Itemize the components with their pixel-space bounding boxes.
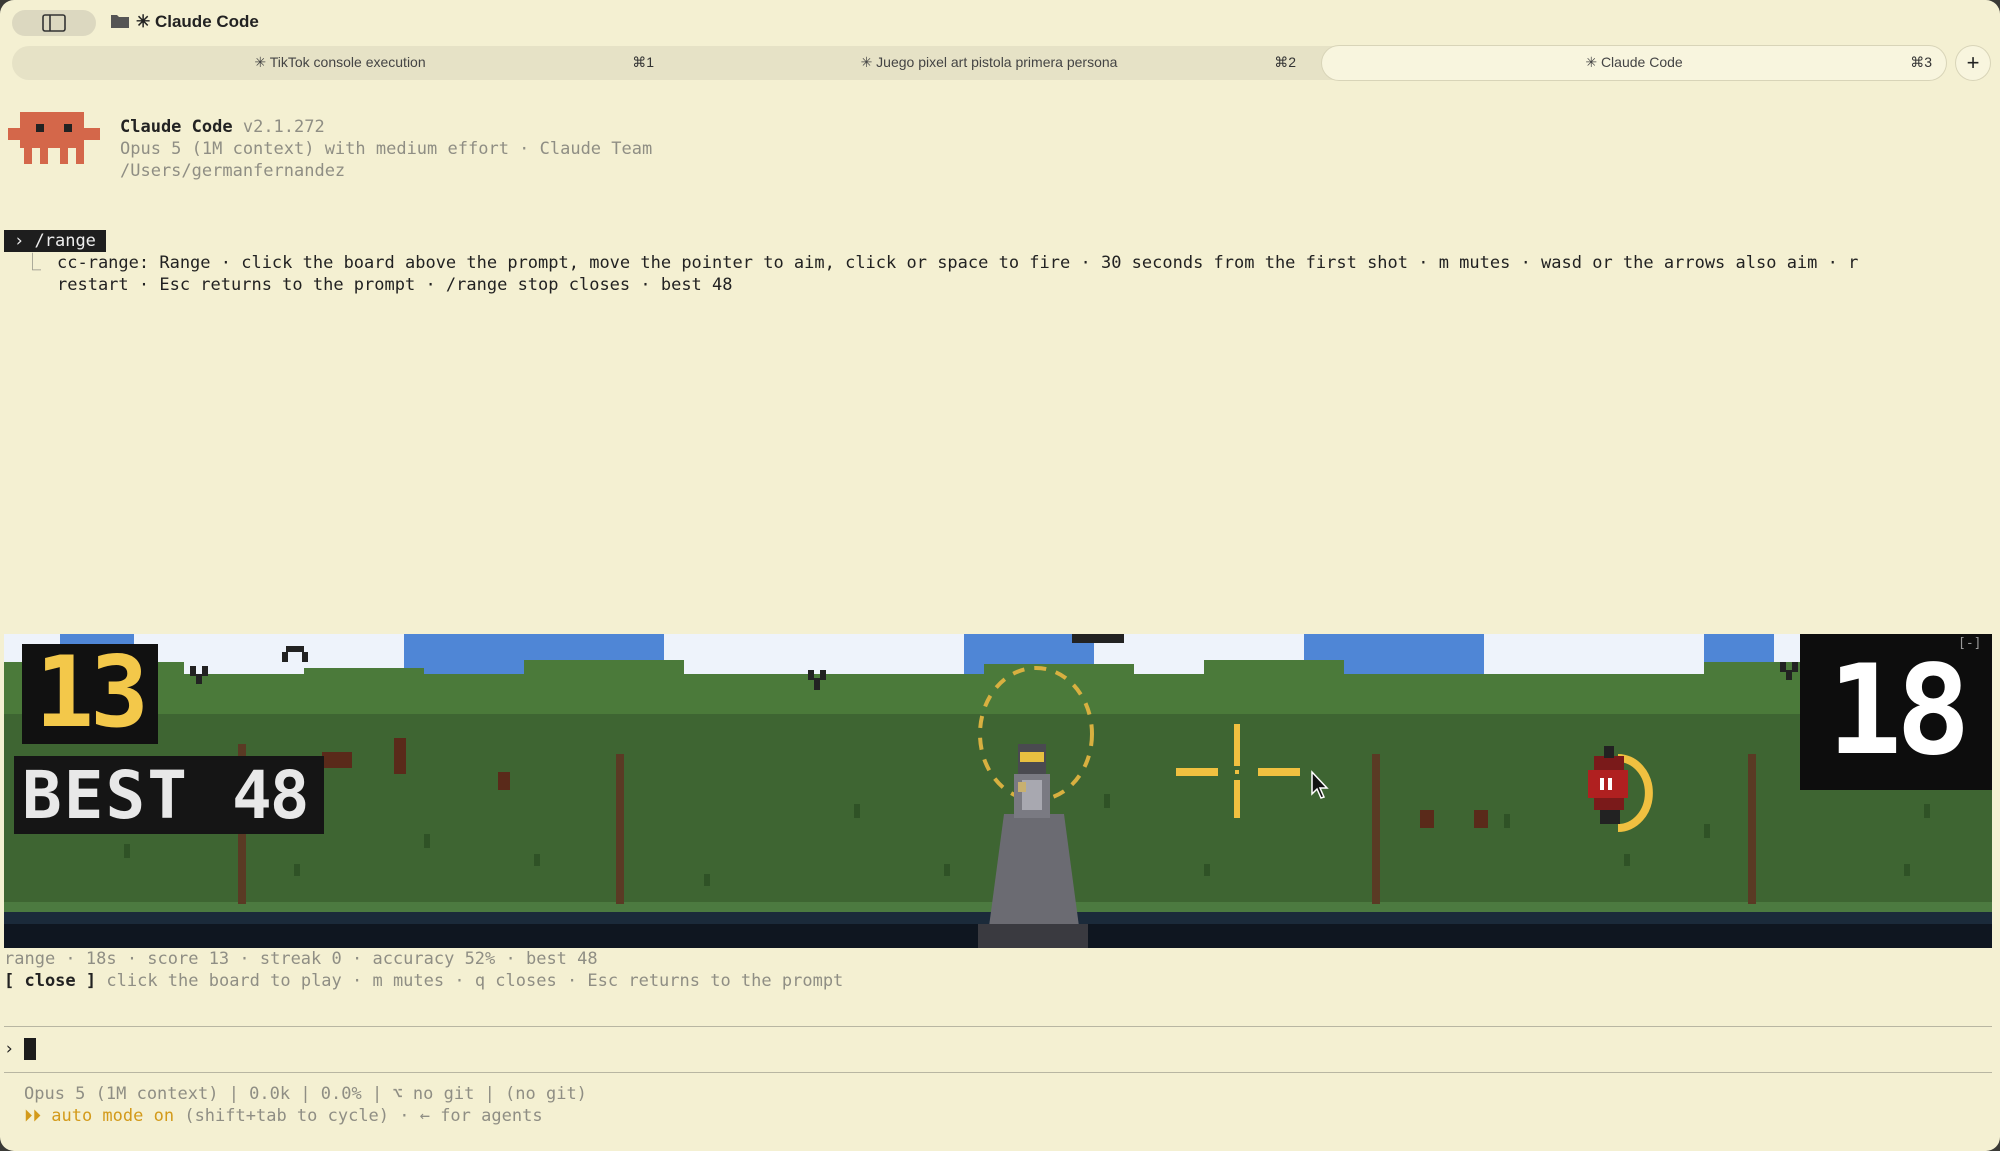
sidebar-icon [42, 14, 66, 32]
window-title: ✳ Claude Code [136, 12, 259, 31]
overhead-bar [1072, 634, 1124, 643]
app-version: v2.1.272 [242, 117, 325, 137]
timer-value: 18 [1827, 639, 1970, 783]
tab-shortcut: ⌘3 [1910, 54, 1932, 70]
app-name: Claude Code [120, 117, 233, 137]
tab-shortcut: ⌘1 [632, 54, 654, 70]
tab-label: ✳ Claude Code [1585, 54, 1683, 70]
command-text: /range [34, 231, 96, 251]
game-board[interactable]: 13 BEST 48 18 [4, 634, 1992, 948]
prompt-input[interactable] [24, 1038, 36, 1060]
footer-model-info: Opus 5 (1M context) | 0.0k | 0.0% | ⌥ no… [24, 1084, 587, 1104]
prompt-marker: › [4, 1039, 15, 1059]
sidebar-toggle-button[interactable] [12, 10, 96, 36]
auto-mode-label: auto mode on [51, 1106, 175, 1126]
terminal-window: ✳ Claude Code ✳ TikTok console execution… [0, 0, 2000, 1151]
board-minimize-button[interactable]: [-] [1958, 636, 1981, 651]
game-status-line: range · 18s · score 13 · streak 0 · accu… [4, 949, 598, 969]
tab-claude-code[interactable]: ✳ Claude Code ⌘3 [1322, 46, 1946, 80]
tree-marker: ⎿ [24, 253, 41, 273]
command-output-line-1: cc-range: Range · click the board above … [57, 253, 1859, 273]
app-header-line: Claude Code v2.1.272 [120, 116, 325, 138]
tab-juego-pixel-art[interactable]: ✳ Juego pixel art pistola primera person… [668, 46, 1310, 80]
cwd-path: /Users/germanfernandez [120, 161, 346, 181]
command-chip: › /range [4, 230, 106, 252]
new-tab-button[interactable]: + [1956, 46, 1990, 80]
tab-label: ✳ Juego pixel art pistola primera person… [860, 54, 1118, 70]
tab-tiktok-console[interactable]: ✳ TikTok console execution ⌘1 [12, 46, 668, 80]
prompt-marker: › [14, 231, 25, 251]
best-panel: BEST 48 [14, 756, 324, 834]
auto-mode-icon: ⏵⏵ [24, 1106, 41, 1126]
prompt-divider-bottom [4, 1072, 1992, 1073]
footer-mode-line: ⏵⏵ auto mode on (shift+tab to cycle) · ←… [24, 1105, 543, 1127]
prompt-divider-top [4, 1026, 1992, 1027]
game-controls-line: [ close ] click the board to play · m mu… [4, 970, 843, 992]
score-value: 13 [34, 636, 149, 750]
score-panel: 13 [22, 638, 158, 748]
timer-panel: 18 [1800, 634, 1992, 790]
tab-bar: ✳ TikTok console execution ⌘1 ✳ Juego pi… [12, 46, 1946, 80]
tab-label: ✳ TikTok console execution [254, 54, 426, 70]
best-label: BEST [22, 757, 189, 834]
tab-shortcut: ⌘2 [1274, 54, 1296, 70]
auto-mode-hint: (shift+tab to cycle) · ← for agents [184, 1106, 543, 1126]
title-bar: ✳ Claude Code [0, 0, 2000, 44]
close-game-button[interactable]: [ close ] [4, 971, 96, 991]
best-value: 48 [232, 757, 309, 834]
model-line: Opus 5 (1M context) with medium effort ·… [120, 139, 653, 159]
game-hint: click the board to play · m mutes · q cl… [106, 971, 844, 991]
command-output-line-2: restart · Esc returns to the prompt · /r… [57, 275, 733, 295]
folder-icon [111, 15, 129, 28]
claude-mascot-icon [8, 112, 100, 164]
